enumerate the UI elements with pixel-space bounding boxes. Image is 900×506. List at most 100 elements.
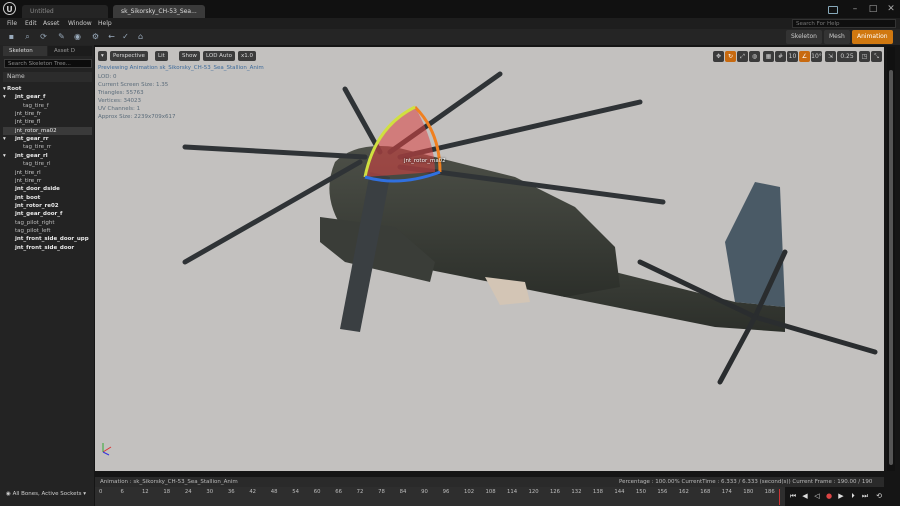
grid-snap-icon[interactable]: # — [775, 51, 786, 62]
notification-icon[interactable] — [828, 6, 838, 14]
browse-icon[interactable]: ⌕ — [22, 31, 33, 42]
record-button-icon[interactable]: ● — [824, 491, 834, 501]
tree-item[interactable]: tag_pilot_right — [3, 219, 92, 228]
tree-item-label: tag_pilot_right — [15, 219, 55, 226]
home-icon[interactable]: ⌂ — [135, 31, 146, 42]
show-button[interactable]: Show — [179, 51, 200, 61]
preview-mesh-icon[interactable]: ◉ — [72, 31, 83, 42]
reimport-icon[interactable]: ⟳ — [38, 31, 49, 42]
bone-label: jnt_rotor_ma02 — [404, 158, 446, 164]
scale-snap-value[interactable]: 0.25 — [837, 51, 857, 62]
timeline-tick-label: 66 — [335, 489, 342, 495]
tree-item[interactable]: jnt_rotor_re02 — [3, 202, 92, 211]
tree-item[interactable]: jnt_tire_fr — [3, 110, 92, 119]
grid-size-value[interactable]: 10 — [787, 51, 798, 62]
chevron-down-icon: ▾ — [81, 491, 87, 497]
skip-to-end-icon[interactable]: ⏭ — [860, 491, 870, 501]
translate-icon[interactable]: ✥ — [713, 51, 724, 62]
viewport-options-button[interactable]: ▾ — [98, 51, 107, 61]
back-icon[interactable]: ← — [106, 31, 117, 42]
apply-icon[interactable]: ✓ — [120, 31, 131, 42]
tree-item[interactable]: tag_pilot_left — [3, 227, 92, 236]
local-space-icon[interactable]: ◍ — [749, 51, 760, 62]
maximize-viewport-icon[interactable]: ⤡ — [871, 51, 882, 62]
perspective-button[interactable]: Perspective — [110, 51, 148, 61]
loop-icon[interactable]: ⟲ — [874, 491, 884, 501]
rotation-snap-value[interactable]: 10° — [811, 51, 822, 62]
playhead[interactable] — [779, 489, 780, 505]
menu-window[interactable]: Window — [68, 18, 92, 29]
camera-speed-icon[interactable]: ◳ — [859, 51, 870, 62]
tab-skeleton[interactable]: Skeleton — [3, 46, 47, 56]
tree-item[interactable]: jnt_front_side_door_upp — [3, 235, 92, 244]
timeline-tick-label: 18 — [163, 489, 171, 495]
unreal-logo-icon[interactable]: U — [3, 2, 16, 15]
scale-icon[interactable]: ⤢ — [737, 51, 748, 62]
tree-item[interactable]: jnt_tire_fl — [3, 118, 92, 127]
tree-item[interactable]: ▾ jnt_gear_rl — [3, 152, 92, 161]
tab-skeletal-mesh-asset[interactable]: sk_Sikorsky_CH-53_Sea... — [113, 5, 205, 18]
timeline-tick-label: 168 — [700, 489, 711, 495]
tree-item[interactable]: ▾Root — [3, 85, 92, 94]
mode-animation-button[interactable]: Animation — [852, 30, 893, 44]
menu-help[interactable]: Help — [98, 18, 112, 29]
record-icon[interactable]: ⚙ — [90, 31, 101, 42]
mode-mesh-button[interactable]: Mesh — [824, 30, 850, 44]
timeline-tick-label: 102 — [464, 489, 475, 495]
step-forward-icon[interactable]: ⏵ — [848, 491, 858, 501]
tree-item[interactable]: jnt_door_dside — [3, 185, 92, 194]
tree-item[interactable]: jnt_boot — [3, 194, 92, 203]
save-icon[interactable]: ▪ — [6, 31, 17, 42]
rotation-snap-icon[interactable]: ∠ — [799, 51, 810, 62]
lit-button[interactable]: Lit — [155, 51, 168, 61]
tree-item-label: jnt_gear_rr — [15, 136, 49, 143]
help-search-input[interactable]: Search For Help — [792, 19, 896, 28]
playback-speed-button[interactable]: x1.0 — [238, 51, 257, 61]
scrollbar-thumb[interactable] — [889, 70, 893, 465]
tree-item-label: jnt_tire_rr — [15, 177, 42, 184]
play-reverse-icon[interactable]: ◁ — [812, 491, 822, 501]
tree-item[interactable]: tag_tire_f — [3, 102, 92, 111]
menu-file[interactable]: File — [7, 18, 17, 29]
mode-skeleton-button[interactable]: Skeleton — [786, 30, 822, 44]
tab-untitled[interactable]: Untitled — [22, 5, 108, 18]
surface-snap-icon[interactable]: ▦ — [763, 51, 774, 62]
tree-item-label: jnt_gear_f — [15, 94, 46, 101]
column-header-name[interactable]: Name — [3, 72, 92, 82]
lod-button[interactable]: LOD Auto — [203, 51, 235, 61]
tree-indent: ▾ — [3, 94, 6, 101]
tree-item[interactable]: jnt_front_side_door — [3, 244, 92, 253]
play-icon[interactable]: ▶ — [836, 491, 846, 501]
tree-item[interactable]: jnt_rotor_ma02 — [3, 126, 92, 136]
skip-to-start-icon[interactable]: ⏮ — [788, 491, 798, 501]
tree-indent: ▾ — [3, 152, 6, 159]
timeline-tick-label: 162 — [678, 489, 689, 495]
tab-asset-details[interactable]: Asset D — [48, 46, 92, 56]
menu-edit[interactable]: Edit — [25, 18, 37, 29]
tree-item[interactable]: tag_tire_rl — [3, 160, 92, 169]
step-back-icon[interactable]: ◀ — [800, 491, 810, 501]
tree-item[interactable]: tag_tire_rr — [3, 143, 92, 152]
scale-snap-icon[interactable]: ⇲ — [825, 51, 836, 62]
close-button[interactable]: ✕ — [884, 3, 898, 15]
maximize-button[interactable]: □ — [866, 3, 880, 15]
tree-item-label: jnt_rotor_ma02 — [15, 127, 57, 134]
skeleton-tree-search-input[interactable]: Search Skeleton Tree... — [4, 59, 92, 68]
menu-asset[interactable]: Asset — [43, 18, 59, 29]
rotate-icon[interactable]: ↻ — [725, 51, 736, 62]
tree-item[interactable]: jnt_tire_rl — [3, 169, 92, 178]
tree-item-label: jnt_gear_rl — [15, 152, 48, 159]
bone-filter-dropdown[interactable]: ◉ All Bones, Active Sockets ▾ — [6, 489, 92, 499]
tree-item[interactable]: jnt_gear_door_f — [3, 210, 92, 219]
create-asset-icon[interactable]: ✎ — [56, 31, 67, 42]
tree-item[interactable]: jnt_tire_rr — [3, 177, 92, 186]
timeline-tick-label: 114 — [507, 489, 518, 495]
viewport[interactable] — [95, 47, 884, 471]
tree-item-label: tag_tire_f — [23, 102, 49, 109]
tree-item[interactable]: ▾ jnt_gear_rr — [3, 135, 92, 144]
animation-name-label: Animation : sk_Sikorsky_CH-53_Sea_Stalli… — [100, 479, 238, 485]
timeline-tick-label: 72 — [356, 489, 364, 495]
minimize-button[interactable]: – — [848, 3, 862, 15]
tree-item[interactable]: ▾ jnt_gear_f — [3, 93, 92, 102]
menu-bar — [0, 18, 900, 29]
